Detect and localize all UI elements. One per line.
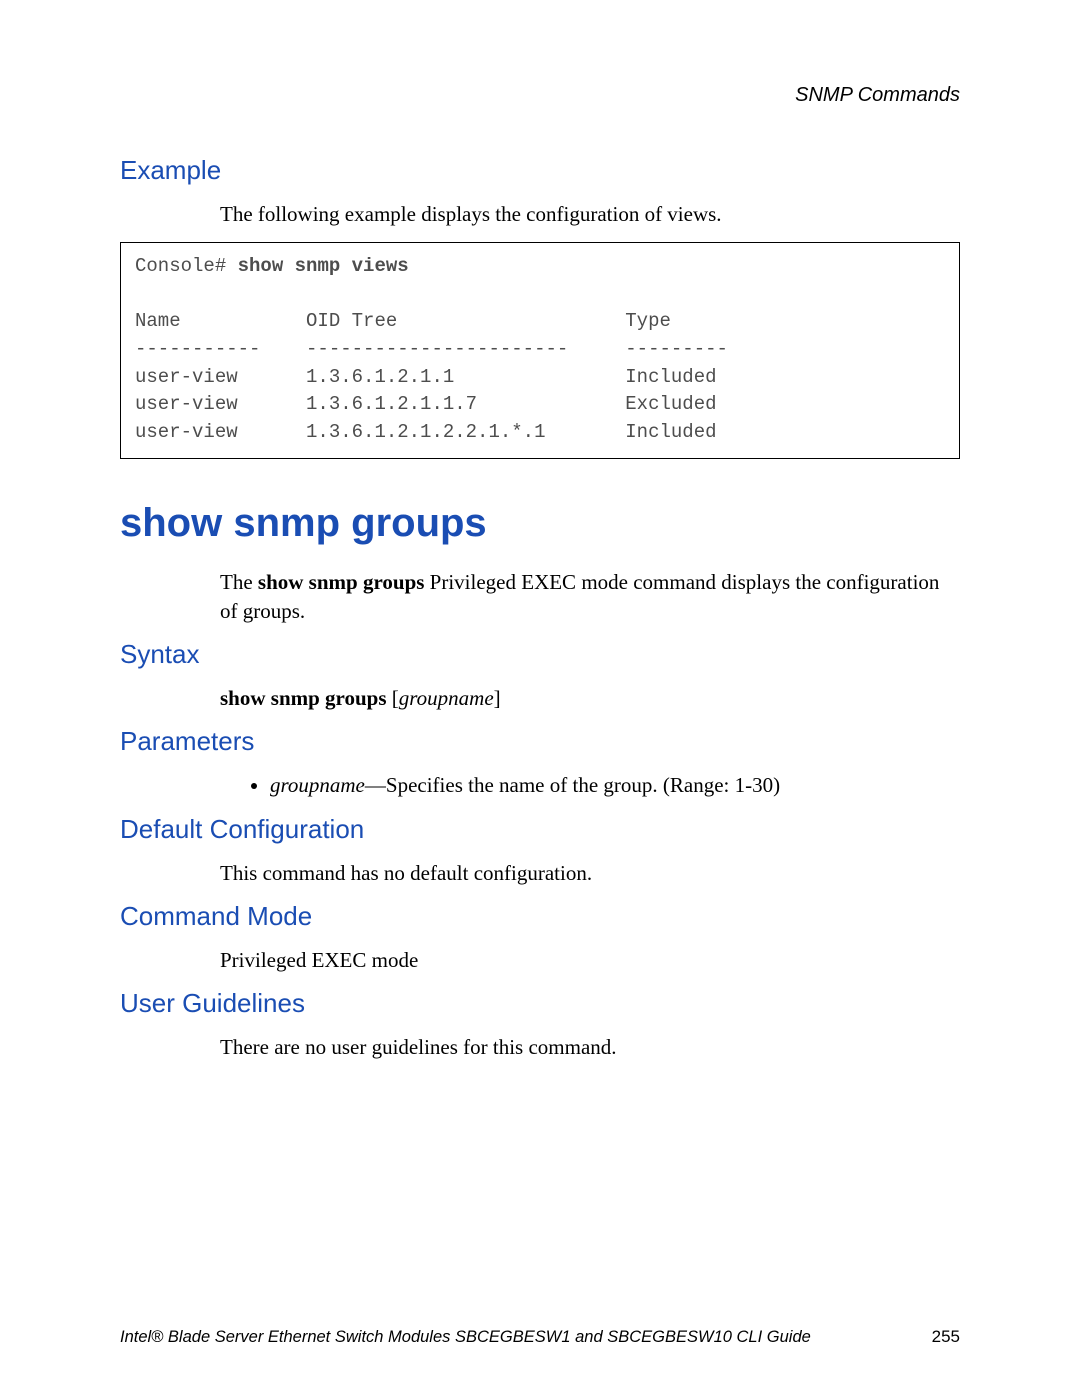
footer-page-number: 255 xyxy=(932,1327,960,1347)
code-rows: user-view 1.3.6.1.2.1.1 Included user-vi… xyxy=(135,366,717,443)
parameter-item: groupname—Specifies the name of the grou… xyxy=(270,771,960,799)
example-intro: The following example displays the confi… xyxy=(220,200,960,228)
syntax-line: show snmp groups [groupname] xyxy=(220,684,960,712)
default-configuration-text: This command has no default configuratio… xyxy=(220,859,960,887)
heading-command-title: show snmp groups xyxy=(120,501,960,546)
user-guidelines-text: There are no user guidelines for this co… xyxy=(220,1033,960,1061)
command-description: The show snmp groups Privileged EXEC mod… xyxy=(220,568,960,625)
parameters-list: groupname—Specifies the name of the grou… xyxy=(220,771,960,799)
heading-user-guidelines: User Guidelines xyxy=(120,988,960,1019)
heading-example: Example xyxy=(120,155,960,186)
console-command: show snmp views xyxy=(238,255,409,277)
code-example-box: Console# show snmp views Name OID Tree T… xyxy=(120,242,960,459)
code-columns-separator: ----------- ----------------------- ----… xyxy=(135,338,728,360)
console-prompt: Console# xyxy=(135,255,238,277)
heading-syntax: Syntax xyxy=(120,639,960,670)
heading-parameters: Parameters xyxy=(120,726,960,757)
command-mode-text: Privileged EXEC mode xyxy=(220,946,960,974)
code-columns-header: Name OID Tree Type xyxy=(135,310,671,332)
running-header: SNMP Commands xyxy=(120,84,960,107)
heading-default-configuration: Default Configuration xyxy=(120,814,960,845)
footer-title: Intel® Blade Server Ethernet Switch Modu… xyxy=(120,1328,811,1347)
heading-command-mode: Command Mode xyxy=(120,901,960,932)
